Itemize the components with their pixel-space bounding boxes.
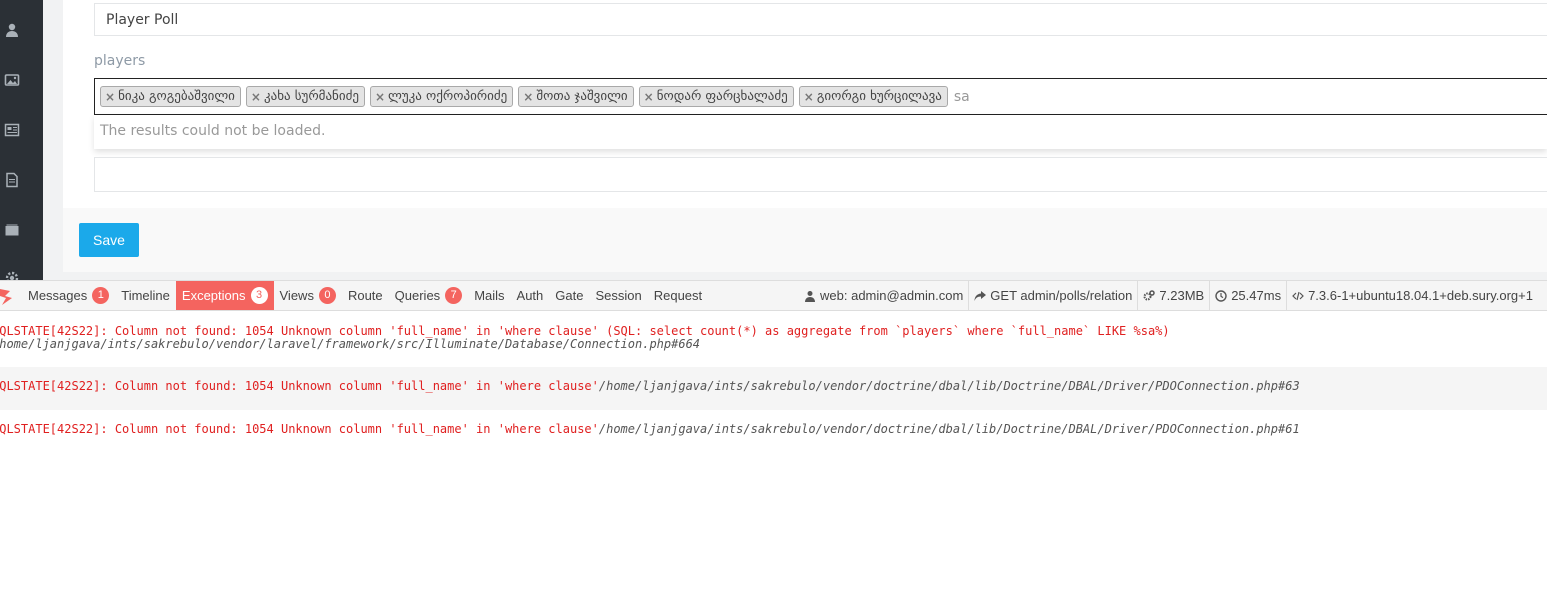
player-chip[interactable]: × ნიკა გოგებაშვილი — [100, 86, 241, 107]
form-panel-footer — [63, 208, 1547, 272]
player-chip[interactable]: × შოთა ჯაშვილი — [518, 86, 634, 107]
debugbar-memory-text: 7.23MB — [1159, 288, 1205, 303]
debugbar: Messages 1 Timeline Exceptions 3 Views 0 Route Q… — [0, 280, 1547, 311]
debugbar-tab-label: Views — [279, 288, 314, 303]
debugbar-tab-auth[interactable]: Auth — [511, 281, 550, 310]
select-dropdown-message: The results could not be loaded. — [94, 115, 1547, 149]
debugbar-tab-label: Request — [653, 288, 703, 303]
player-chip[interactable]: × გიორგი ხურცილავა — [798, 86, 948, 107]
debugbar-tab-label: Timeline — [121, 288, 170, 303]
image-icon[interactable] — [4, 72, 20, 88]
debugbar-tab-label: Route — [347, 288, 383, 303]
debugbar-time-text: 25.47ms — [1231, 288, 1282, 303]
player-chip-label: ლუკა ოქროპირიძე — [388, 89, 508, 104]
players-label: players — [94, 53, 146, 69]
debugbar-tab-label: Mails — [474, 288, 505, 303]
player-chip-label: კახა სურმანიძე — [263, 89, 359, 104]
debugbar-tab-label: Auth — [516, 288, 544, 303]
admin-sidebar — [0, 0, 43, 285]
player-chip-label: ნიკა გოგებაშვილი — [118, 89, 235, 104]
debugbar-tab-messages[interactable]: Messages 1 — [22, 281, 115, 310]
debugbar-tabs: Messages 1 Timeline Exceptions 3 Views 0 Route Q… — [22, 281, 708, 310]
user-icon[interactable] — [4, 22, 20, 38]
debugbar-tab-mails[interactable]: Mails — [468, 281, 510, 310]
code-icon — [1292, 291, 1304, 300]
player-chip[interactable]: × კახა სურმანიძე — [245, 86, 365, 107]
debugbar-tab-timeline[interactable]: Timeline — [115, 281, 176, 310]
save-button[interactable]: Save — [79, 223, 139, 257]
debugbar-tab-label: Messages — [28, 288, 88, 303]
chip-remove-icon[interactable]: × — [105, 90, 115, 104]
debugbar-memory-indicator[interactable]: 7.23MB — [1137, 281, 1209, 310]
poll-description-field[interactable] — [94, 157, 1547, 192]
debugbar-php-indicator[interactable]: 7.3.6-1+ubuntu18.04.1+deb.sury.org+1 — [1286, 281, 1538, 310]
debugbar-tab-label: Gate — [555, 288, 584, 303]
chip-remove-icon[interactable]: × — [804, 90, 814, 104]
document-icon[interactable] — [4, 172, 20, 188]
debugbar-route-text: GET admin/polls/relation — [990, 288, 1133, 303]
debugbar-indicators: web: admin@admin.com GET admin/polls/rel… — [799, 281, 1538, 310]
exception-message: SQLSTATE[42S22]: Column not found: 1054 … — [0, 422, 599, 436]
cogs-icon — [1143, 289, 1156, 300]
debugbar-tab-views[interactable]: Views 0 — [274, 281, 342, 310]
debugbar-user-indicator[interactable]: web: admin@admin.com — [799, 281, 968, 310]
news-icon[interactable] — [4, 122, 20, 138]
folder-icon[interactable] — [4, 222, 20, 238]
debugbar-tab-label: Exceptions — [181, 288, 246, 303]
player-chip-label: გიორგი ხურცილავა — [816, 89, 942, 104]
debugbar-tab-queries[interactable]: Queries 7 — [389, 281, 469, 310]
poll-title-input[interactable]: Player Poll — [94, 3, 1547, 36]
player-chip[interactable]: × ლუკა ოქროპირიძე — [369, 86, 514, 107]
debugbar-tab-request[interactable]: Request — [648, 281, 708, 310]
debugbar-user-text: web: admin@admin.com — [820, 288, 964, 303]
count-badge: 3 — [250, 287, 268, 304]
exception-file: /home/ljanjgava/ints/sakrebulo/vendor/do… — [598, 379, 1300, 393]
debugbar-tab-session[interactable]: Session — [589, 281, 647, 310]
players-multiselect[interactable]: × ნიკა გოგებაშვილი × კახა სურმანიძე × ლუკა ოქ… — [94, 78, 1547, 115]
user-icon — [805, 290, 816, 302]
debugbar-route-indicator[interactable]: GET admin/polls/relation — [968, 281, 1137, 310]
chip-remove-icon[interactable]: × — [251, 90, 261, 104]
exceptions-list: SQLSTATE[42S22]: Column not found: 1054 … — [0, 317, 1547, 453]
chip-remove-icon[interactable]: × — [523, 90, 533, 104]
debugbar-tab-route[interactable]: Route — [342, 281, 389, 310]
share-icon — [974, 290, 987, 301]
player-chip-label: შოთა ჯაშვილი — [536, 89, 628, 104]
player-chip-label: ნოდარ ფარცხალაძე — [656, 89, 788, 104]
exception-file: /home/ljanjgava/ints/sakrebulo/vendor/do… — [598, 422, 1300, 436]
exception-item[interactable]: SQLSTATE[42S22]: Column not found: 1054 … — [0, 410, 1547, 453]
exception-message: SQLSTATE[42S22]: Column not found: 1054 … — [0, 379, 599, 393]
debugbar-php-text: 7.3.6-1+ubuntu18.04.1+deb.sury.org+1 — [1308, 288, 1533, 303]
debugbar-tab-label: Session — [595, 288, 642, 303]
count-badge: 0 — [318, 287, 336, 304]
chip-remove-icon[interactable]: × — [375, 90, 385, 104]
debugbar-tab-exceptions[interactable]: Exceptions 3 — [175, 281, 274, 310]
chip-remove-icon[interactable]: × — [644, 90, 654, 104]
debugbar-tab-label: Queries — [394, 288, 441, 303]
count-badge: 7 — [445, 287, 463, 304]
debugbar-tab-gate[interactable]: Gate — [549, 281, 589, 310]
count-badge: 1 — [92, 287, 110, 304]
exception-message: SQLSTATE[42S22]: Column not found: 1054 … — [0, 324, 1170, 338]
players-search-input[interactable]: sa — [954, 89, 970, 105]
exception-item[interactable]: SQLSTATE[42S22]: Column not found: 1054 … — [0, 317, 1547, 367]
exception-item[interactable]: SQLSTATE[42S22]: Column not found: 1054 … — [0, 367, 1547, 410]
clock-icon — [1215, 289, 1227, 302]
debugbar-logo-icon[interactable] — [0, 285, 14, 305]
exception-file: /home/ljanjgava/ints/sakrebulo/vendor/la… — [0, 337, 701, 351]
player-chip[interactable]: × ნოდარ ფარცხალაძე — [638, 86, 794, 107]
debugbar-time-indicator[interactable]: 25.47ms — [1209, 281, 1286, 310]
